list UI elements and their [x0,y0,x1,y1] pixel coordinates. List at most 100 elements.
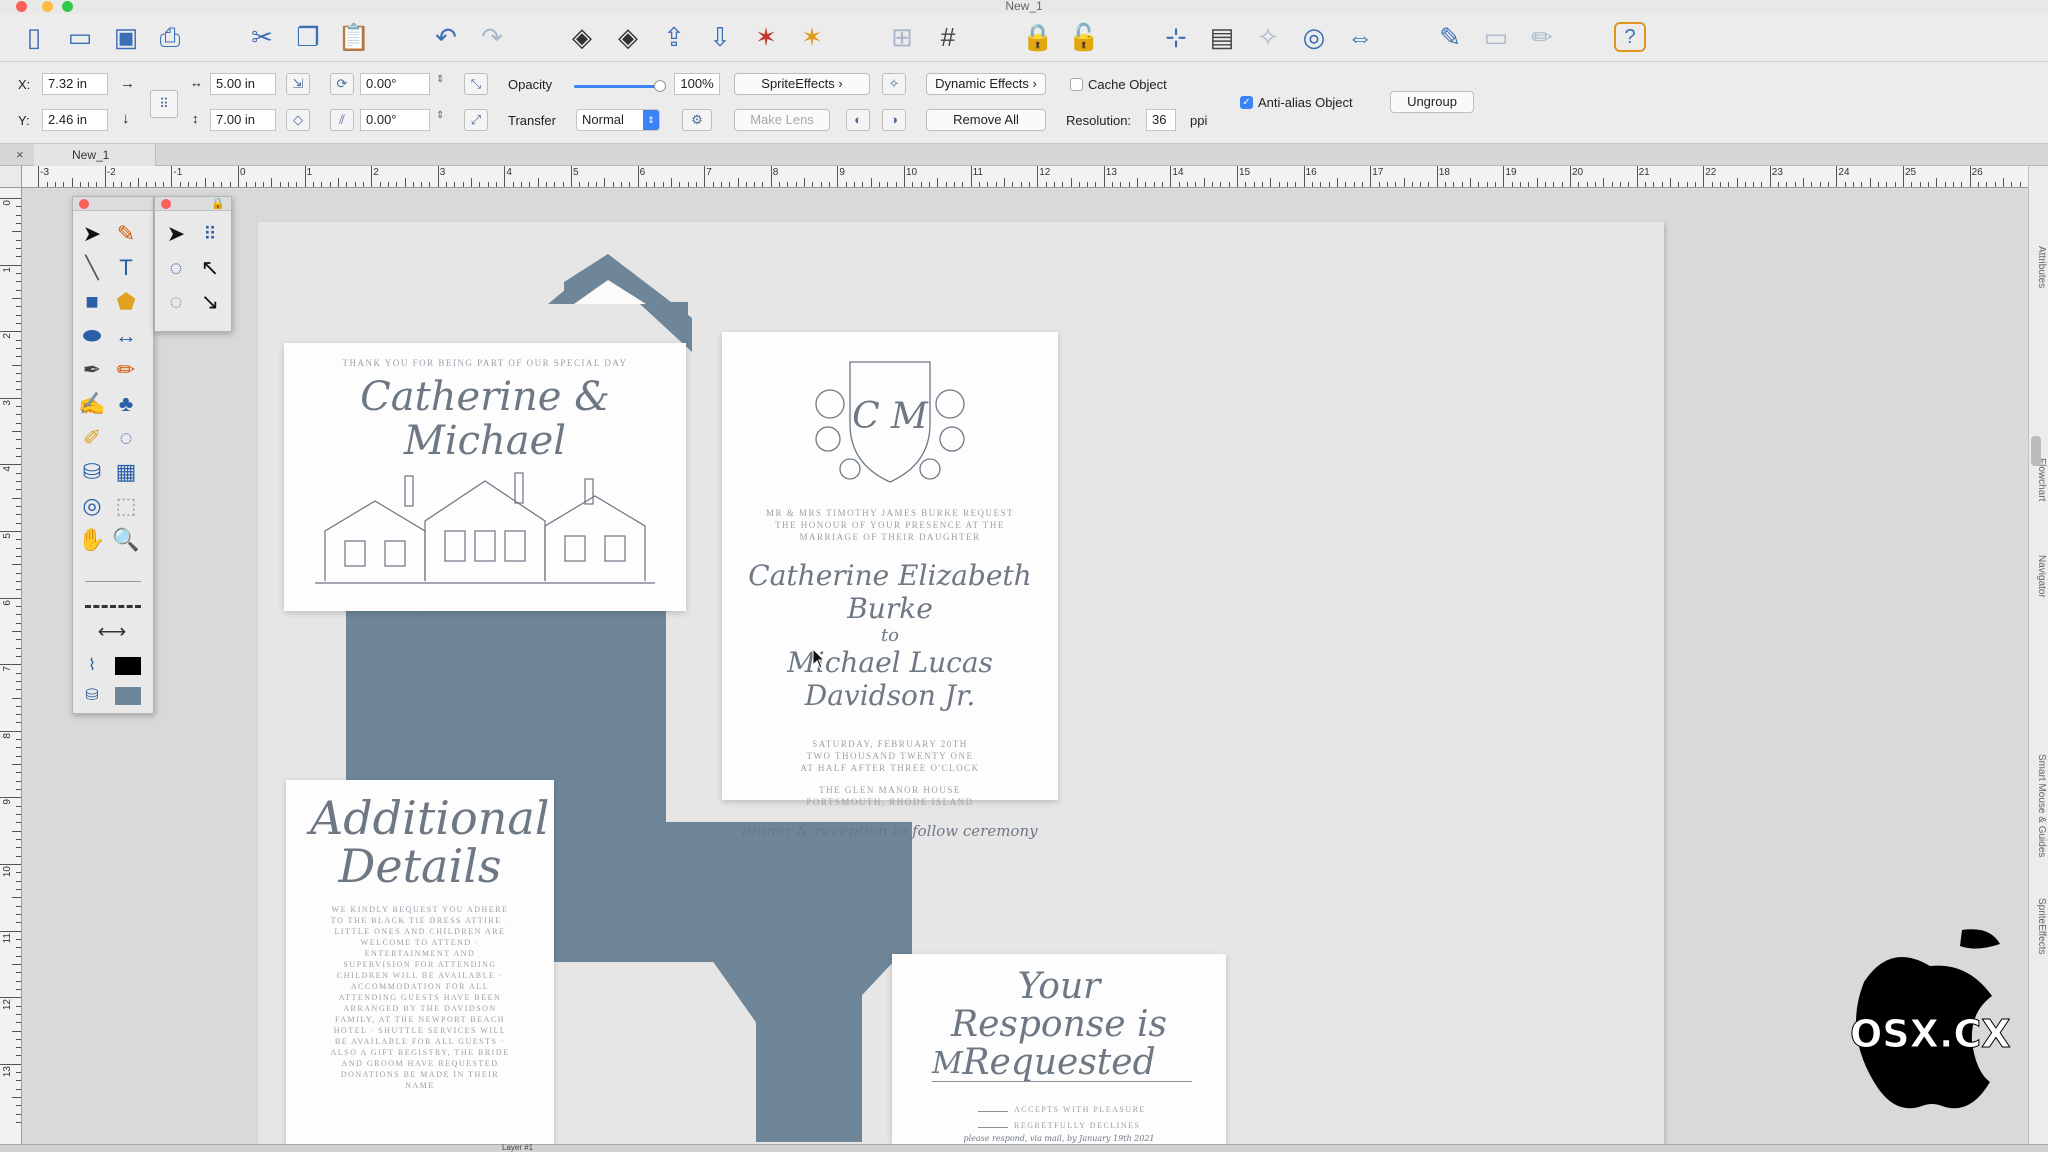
dimension-icon[interactable]: ↔ [111,321,141,351]
resolution-field[interactable]: 36 [1146,109,1176,131]
eraser-icon[interactable]: ✐ [77,423,107,453]
invitation-card[interactable]: C M MR & MRS TIMOTHY JAMES BURKE REQUEST… [722,332,1058,840]
capture-icon[interactable]: ◎ [1296,20,1332,54]
width-field[interactable]: 5.00 in [210,73,276,95]
table-icon[interactable]: # [930,20,966,54]
zoom-icon[interactable]: 🔍 [111,525,141,555]
arrow-select-icon[interactable]: ➤ [77,219,107,249]
remove-all-button[interactable]: Remove All [926,109,1046,131]
y-position-field[interactable]: 2.46 in [42,109,108,131]
lens-icon[interactable]: ◐ [846,109,870,131]
stamp-icon[interactable]: ♣ [111,389,141,419]
display-icon[interactable]: ▭ [1478,20,1514,54]
paste-icon[interactable]: 📋 [336,20,372,54]
dynamic-effects-button[interactable]: Dynamic Effects › [926,73,1046,95]
horizontal-ruler[interactable]: -3 -2 -1 0 1 2 3 4 5 6 7 8 9 10 11 12 13 14 15 16 17 18 19 20 21… [22,166,2028,188]
print-icon[interactable]: ⎙ [152,20,188,54]
transfer-select[interactable]: Normal ⇕ [576,109,660,131]
transfer-options-icon[interactable]: ⚙ [682,109,712,131]
rectangle-icon[interactable]: ■ [77,287,107,317]
opacity-slider[interactable] [574,80,666,92]
sprite-effects-button[interactable]: SpriteEffects › [734,73,870,95]
anchor-point-icon[interactable]: ⠿ [150,90,178,118]
stroke-color-swatch[interactable] [115,657,141,675]
close-palette-button[interactable] [79,199,89,209]
lock-palette-icon[interactable]: 🔒 [211,197,225,210]
lasso-icon[interactable]: ◎ [77,491,107,521]
ruler-origin[interactable] [0,166,22,188]
lasso-select-icon[interactable]: ◌ [161,253,191,283]
bring-to-front-icon[interactable]: ◈ [564,20,600,54]
unlock-icon[interactable]: 🔓 [1066,20,1102,54]
marker-icon[interactable]: ✍ [77,389,107,419]
rotation-field[interactable]: 0.00° [360,73,430,95]
close-window-button[interactable] [16,1,27,12]
group-select-icon[interactable]: ↘ [195,287,225,317]
fit-width-icon[interactable]: ⇔ [1342,20,1378,54]
scale-height-icon[interactable]: ◇ [286,109,310,131]
additional-details-card[interactable]: Additional Details WE KINDLY REQUEST YOU… [286,780,554,1144]
vertical-ruler[interactable]: 0 1 2 3 4 5 6 7 8 9 10 11 12 13 [0,188,22,1152]
stroke-dropper-icon[interactable]: ⌇ [77,651,107,681]
polygon-icon[interactable]: ⬟ [111,287,141,317]
skew-field[interactable]: 0.00° [360,109,430,131]
save-icon[interactable]: ▣ [108,20,144,54]
oval-icon[interactable]: ⬬ [77,321,107,351]
lock-icon[interactable]: 🔒 [1020,20,1056,54]
cut-icon[interactable]: ✂ [244,20,280,54]
scale-width-icon[interactable]: ⇲ [286,73,310,95]
tab-navigator[interactable]: Navigator [2031,536,2047,616]
flip-vertical-icon[interactable]: ⤢ [464,109,488,131]
effects-wand-icon[interactable]: ✧ [882,73,906,95]
close-tab-icon[interactable]: × [16,147,24,162]
opacity-field[interactable]: 100% [674,73,720,95]
line-width-thin[interactable] [85,581,141,582]
panel-scrollbar[interactable] [2031,436,2041,466]
skew-icon[interactable]: ⫽ [330,109,354,131]
show-ruler-icon[interactable]: ⊹ [1158,20,1194,54]
tab-new-1[interactable]: New_1 [34,144,156,166]
send-to-back-icon[interactable]: ◈ [610,20,646,54]
open-icon[interactable]: ▭ [62,20,98,54]
help-icon[interactable]: ? [1614,22,1646,52]
node-select-icon[interactable]: ⠿ [195,219,225,249]
x-position-field[interactable]: 7.32 in [42,73,108,95]
edit-icon[interactable]: ✎ [1432,20,1468,54]
document-page[interactable]: THANK YOU FOR BEING PART OF OUR SPECIAL … [258,222,1664,1144]
hand-icon[interactable]: ✋ [77,525,107,555]
fill-bucket-icon[interactable]: ⛁ [77,681,107,711]
make-lens-button[interactable]: Make Lens [734,109,830,131]
grid-icon[interactable]: ⊞ [884,20,920,54]
copy-icon[interactable]: ❐ [290,20,326,54]
tab-smart-mouse-guides[interactable]: Smart Mouse & Guides [2031,726,2047,886]
tab-attributes[interactable]: Attributes [2031,222,2047,312]
skew-stepper-icon[interactable]: ⇕ [436,110,444,121]
undo-icon[interactable]: ↶ [428,20,464,54]
layer-indicator[interactable]: Layer #1 [502,1143,533,1152]
thank-you-card[interactable]: THANK YOU FOR BEING PART OF OUR SPECIAL … [284,343,686,611]
cache-object-checkbox[interactable] [1070,78,1083,91]
direct-select-icon[interactable]: ↖ [195,253,225,283]
spiral-icon[interactable]: ◌ [111,423,141,453]
image-icon[interactable]: ▦ [111,457,141,487]
drawing-canvas[interactable]: THANK YOU FOR BEING PART OF OUR SPECIAL … [22,188,2028,1144]
marquee-icon[interactable]: ⬚ [111,491,141,521]
anti-alias-checkbox[interactable]: ✓ [1240,96,1253,109]
dash-style[interactable] [85,605,141,608]
fill-color-swatch[interactable] [115,687,141,705]
zoom-window-button[interactable] [62,1,73,12]
bring-forward-icon[interactable]: ⇪ [656,20,692,54]
paint-bucket-icon[interactable]: ⛁ [77,457,107,487]
height-field[interactable]: 7.00 in [210,109,276,131]
text-icon[interactable]: T [111,253,141,283]
magic-lasso-icon[interactable]: ◌ [161,287,191,317]
select-arrow-icon[interactable]: ➤ [161,219,191,249]
rotation-icon[interactable]: ⟳ [330,73,354,95]
ungroup-button[interactable]: Ungroup [1390,91,1474,113]
line-icon[interactable]: ╲ [77,253,107,283]
brush-icon[interactable]: ✎ [111,219,141,249]
rsvp-card[interactable]: Your Response is Requested M ACCEPTS WIT… [892,954,1226,1144]
send-backward-icon[interactable]: ⇩ [702,20,738,54]
ruler-icon[interactable]: ▤ [1204,20,1240,54]
tab-sprite-effects[interactable]: SpriteEffects [2031,876,2047,976]
